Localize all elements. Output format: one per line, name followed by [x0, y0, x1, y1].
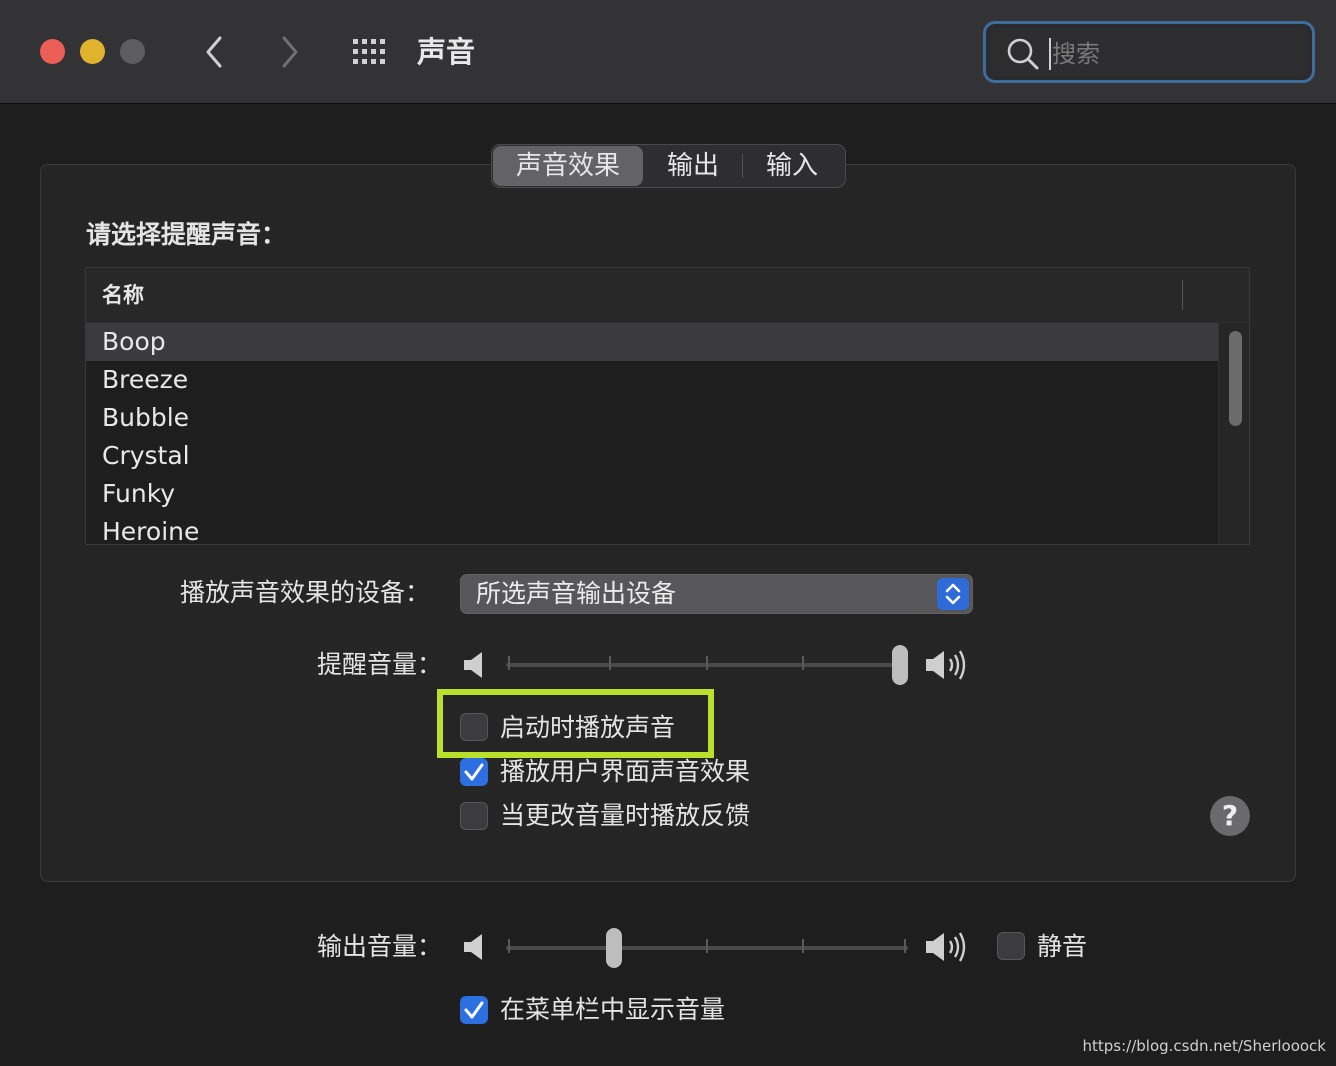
checkmark-icon — [464, 763, 484, 781]
speaker-high-icon — [926, 932, 966, 962]
watermark: https://blog.csdn.net/Sherlooock — [1082, 1037, 1326, 1055]
list-item[interactable]: Boop — [86, 323, 1218, 361]
alert-volume-slider[interactable] — [506, 645, 908, 685]
slider-tick — [609, 656, 611, 670]
window-title: 声音 — [417, 35, 476, 69]
output-volume-label: 输出音量： — [317, 932, 443, 961]
slider-tick — [508, 939, 510, 953]
device-label: 播放声音效果的设备： — [180, 578, 431, 607]
back-button[interactable] — [198, 32, 232, 72]
ui-effects-label: 播放用户界面声音效果 — [500, 757, 751, 786]
search-field[interactable]: 搜索 — [983, 21, 1315, 83]
alert-volume-label: 提醒音量： — [317, 650, 443, 679]
slider-tick — [904, 939, 906, 953]
speaker-high-icon — [926, 650, 966, 680]
slider-tick — [508, 656, 510, 670]
highlight-box — [437, 689, 714, 758]
text-caret — [1049, 38, 1051, 70]
tab-bar: 声音效果 输出 输入 — [491, 144, 846, 188]
speaker-low-icon — [464, 934, 482, 960]
minimize-button[interactable] — [80, 39, 105, 64]
tab-input[interactable]: 输入 — [743, 145, 841, 187]
chevron-left-icon — [206, 36, 222, 68]
column-header-name[interactable]: 名称 — [102, 280, 144, 310]
mute-checkbox[interactable] — [997, 932, 1025, 960]
volume-feedback-checkbox[interactable] — [460, 802, 488, 830]
search-placeholder: 搜索 — [1052, 40, 1100, 68]
volume-feedback-label: 当更改音量时播放反馈 — [500, 801, 751, 830]
zoom-button[interactable] — [120, 39, 145, 64]
mute-label: 静音 — [1037, 932, 1088, 961]
slider-tick — [706, 656, 708, 670]
slider-tick — [802, 939, 804, 953]
sound-list: Boop Breeze Bubble Crystal Funky Heroine — [86, 323, 1218, 544]
list-item[interactable]: Breeze — [86, 361, 1218, 399]
tab-output[interactable]: 输出 — [644, 145, 742, 187]
slider-knob[interactable] — [606, 928, 622, 968]
slider-knob[interactable] — [892, 645, 908, 685]
scrollbar-thumb[interactable] — [1229, 331, 1242, 426]
alert-sound-table: 名称 Boop Breeze Bubble Crystal Funky Hero… — [85, 267, 1250, 545]
device-popup[interactable]: 所选声音输出设备 — [460, 574, 973, 614]
menubar-volume-label: 在菜单栏中显示音量 — [500, 995, 726, 1024]
device-popup-value: 所选声音输出设备 — [476, 579, 677, 608]
alert-sound-heading: 请选择提醒声音： — [86, 220, 287, 249]
speaker-low-icon — [464, 652, 482, 678]
forward-button[interactable] — [272, 32, 306, 72]
title-bar: 声音 搜索 — [0, 0, 1336, 104]
output-volume-slider[interactable] — [506, 928, 908, 968]
ui-effects-checkbox[interactable] — [460, 758, 488, 786]
slider-tick — [706, 939, 708, 953]
chevron-right-icon — [282, 36, 298, 68]
menubar-volume-checkbox[interactable] — [460, 996, 488, 1024]
search-icon — [1007, 38, 1039, 70]
list-item[interactable]: Bubble — [86, 399, 1218, 437]
list-item[interactable]: Heroine — [86, 513, 1218, 544]
list-item[interactable]: Crystal — [86, 437, 1218, 475]
checkmark-icon — [464, 1001, 484, 1019]
show-all-button[interactable] — [351, 32, 391, 72]
slider-tick — [802, 656, 804, 670]
vertical-scrollbar[interactable] — [1218, 323, 1249, 544]
tab-sound-effects[interactable]: 声音效果 — [493, 146, 643, 186]
close-button[interactable] — [40, 39, 65, 64]
grid-icon — [353, 39, 385, 64]
column-separator — [1182, 280, 1183, 310]
list-item[interactable]: Funky — [86, 475, 1218, 513]
help-button[interactable]: ? — [1210, 796, 1250, 836]
popup-arrows-icon — [937, 578, 969, 610]
table-header: 名称 — [86, 268, 1249, 323]
